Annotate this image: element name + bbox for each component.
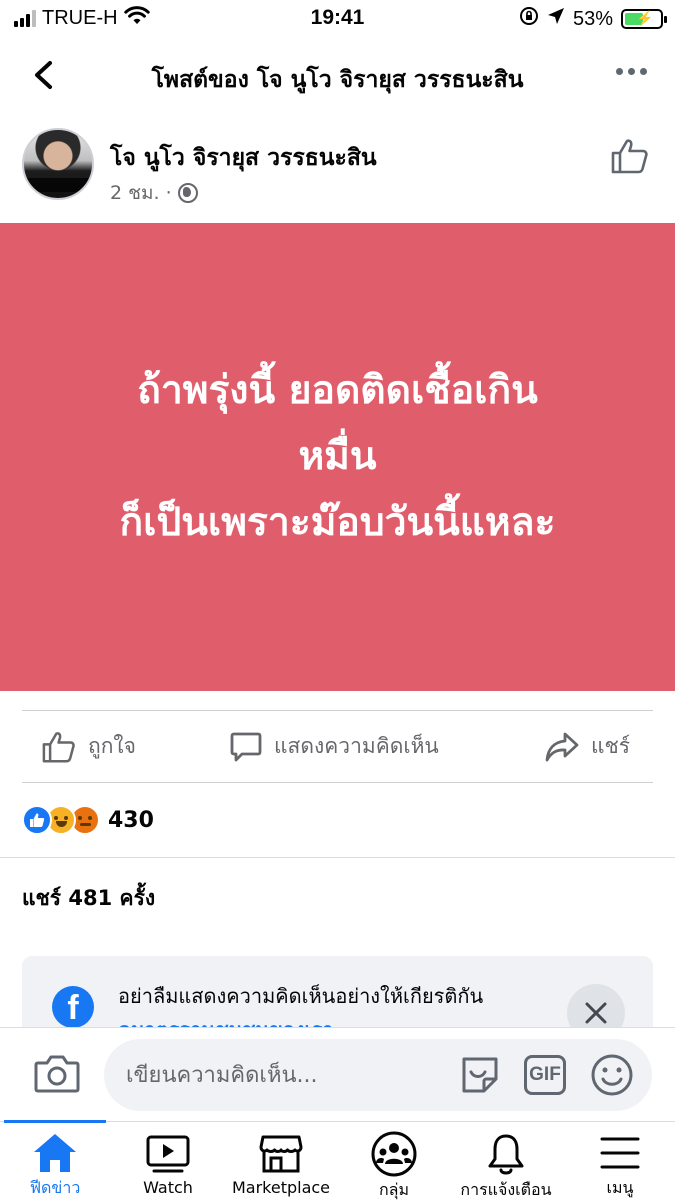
tab-bar: ฟีดข่าว Watch Marketplace กลุ่ม การแจ้งเ… xyxy=(0,1120,675,1200)
watch-icon xyxy=(146,1132,190,1176)
section-separator xyxy=(0,857,675,858)
author-name[interactable]: โจ นูโว จิรายุส วรรธนะสิน xyxy=(110,140,377,176)
post-header: โจ นูโว จิรายุส วรรธนะสิน 2 ชม. · xyxy=(0,122,675,218)
tab-marketplace[interactable]: Marketplace xyxy=(222,1122,340,1200)
tab-news-feed[interactable]: ฟีดข่าว xyxy=(4,1122,106,1200)
comment-input[interactable] xyxy=(126,1039,446,1111)
comment-composer: GIF xyxy=(0,1027,675,1121)
comment-bubble-icon xyxy=(230,732,262,761)
tab-menu[interactable]: เมนู xyxy=(570,1122,670,1200)
post-time[interactable]: 2 ชม. xyxy=(110,178,160,208)
post-meta: 2 ชม. · xyxy=(110,178,198,208)
share-arrow-icon xyxy=(545,732,579,761)
tab-label: Watch xyxy=(143,1178,193,1197)
back-button[interactable] xyxy=(26,58,60,92)
tab-label: ฟีดข่าว xyxy=(29,1178,81,1197)
emoji-icon xyxy=(591,1054,633,1096)
status-right: 53% ⚡ xyxy=(519,6,667,32)
post-content[interactable]: ถ้าพรุ่งนี้ ยอดติดเชื้อเกิน หมื่น ก็เป็น… xyxy=(0,223,675,691)
tab-notifications[interactable]: การแจ้งเตือน xyxy=(452,1122,560,1200)
bell-icon xyxy=(486,1132,526,1176)
actions-bottom-divider xyxy=(22,782,653,783)
thumbs-up-icon xyxy=(611,139,648,174)
tab-label: เมนู xyxy=(606,1178,634,1197)
header: โพสต์ของ โจ นูโว จิรายุส วรรธนะสิน xyxy=(0,40,675,112)
battery-icon: ⚡ xyxy=(621,9,667,29)
sticker-button[interactable] xyxy=(458,1053,502,1101)
status-bar: TRUE-H 19:41 53% ⚡ xyxy=(0,0,675,40)
comment-label: แสดงความคิดเห็น xyxy=(274,734,439,758)
comment-button[interactable]: แสดงความคิดเห็น xyxy=(230,730,439,763)
notice-text: อย่าลืมแสดงความคิดเห็นอย่างให้เกียรติกัน xyxy=(118,984,484,1008)
facebook-logo-icon: f xyxy=(52,986,94,1028)
menu-icon xyxy=(600,1132,640,1174)
like-button[interactable]: ถูกใจ xyxy=(42,730,136,763)
share-button[interactable]: แชร์ xyxy=(545,730,630,763)
back-arrow-icon xyxy=(35,61,52,89)
thumbs-up-icon xyxy=(42,731,75,762)
camera-icon xyxy=(34,1055,80,1093)
tab-label: Marketplace xyxy=(231,1178,331,1197)
battery-percent: 53% xyxy=(572,7,613,30)
meta-separator: · xyxy=(165,182,172,204)
location-icon xyxy=(547,7,565,31)
reactions-summary[interactable]: 430 xyxy=(22,800,154,840)
groups-icon xyxy=(370,1131,418,1177)
camera-button[interactable] xyxy=(34,1054,80,1098)
like-reaction-icon xyxy=(22,805,52,835)
avatar[interactable] xyxy=(22,128,94,200)
comment-box: GIF xyxy=(104,1039,652,1111)
post-text: ถ้าพรุ่งนี้ ยอดติดเชื้อเกิน หมื่น ก็เป็น… xyxy=(119,368,556,545)
tab-watch[interactable]: Watch xyxy=(118,1122,218,1200)
share-label: แชร์ xyxy=(591,734,631,758)
globe-icon xyxy=(177,183,198,203)
close-icon xyxy=(585,1002,607,1024)
post-actions: ถูกใจ แสดงความคิดเห็น แชร์ xyxy=(0,712,675,782)
tab-label: การแจ้งเตือน xyxy=(460,1180,552,1199)
tab-groups[interactable]: กลุ่ม xyxy=(344,1122,444,1200)
like-label: ถูกใจ xyxy=(88,734,136,758)
orientation-lock-icon xyxy=(519,6,539,32)
tab-label: กลุ่ม xyxy=(378,1180,410,1199)
home-icon xyxy=(32,1132,78,1174)
emoji-button[interactable] xyxy=(590,1053,634,1101)
gif-button[interactable]: GIF xyxy=(524,1055,566,1095)
sticker-icon xyxy=(462,1057,498,1093)
actions-top-divider xyxy=(22,710,653,711)
share-count[interactable]: แชร์ 481 ครั้ง xyxy=(22,882,155,915)
marketplace-icon xyxy=(259,1132,303,1176)
more-options-button[interactable] xyxy=(616,68,647,75)
reaction-count: 430 xyxy=(108,807,154,833)
like-page-button[interactable] xyxy=(611,138,649,178)
battery-fill: ⚡ xyxy=(625,10,653,26)
page-title: โพสต์ของ โจ นูโว จิรายุส วรรธนะสิน xyxy=(151,67,524,93)
